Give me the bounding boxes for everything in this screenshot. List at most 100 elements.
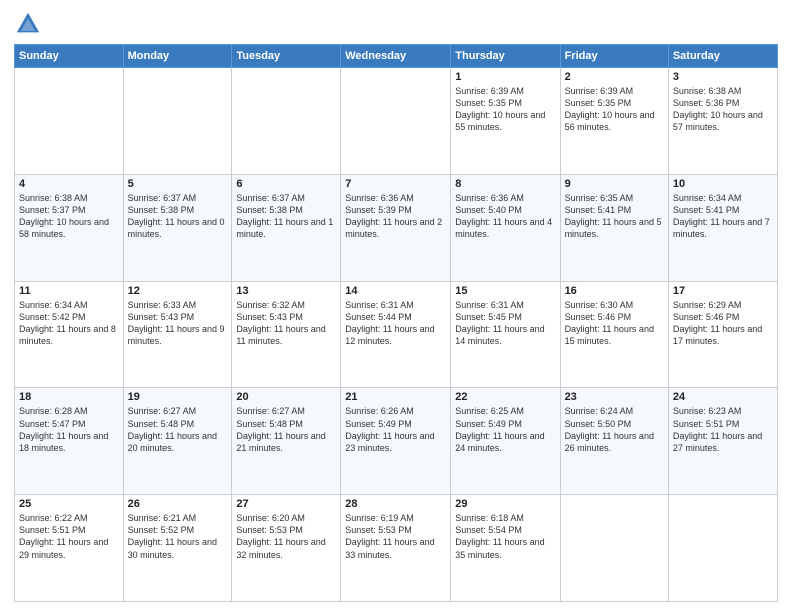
day-info: Sunrise: 6:18 AM Sunset: 5:54 PM Dayligh… [455,512,555,561]
day-info: Sunrise: 6:38 AM Sunset: 5:36 PM Dayligh… [673,85,773,134]
calendar-cell [123,68,232,175]
calendar-cell: 27 Sunrise: 6:20 AM Sunset: 5:53 PM Dayli… [232,495,341,602]
calendar-cell: 14 Sunrise: 6:31 AM Sunset: 5:44 PM Dayli… [341,281,451,388]
day-number: 27 [236,498,336,510]
day-info: Sunrise: 6:21 AM Sunset: 5:52 PM Dayligh… [128,512,228,561]
day-info: Sunrise: 6:24 AM Sunset: 5:50 PM Dayligh… [565,405,664,454]
calendar-cell: 23 Sunrise: 6:24 AM Sunset: 5:50 PM Dayli… [560,388,668,495]
calendar-cell: 16 Sunrise: 6:30 AM Sunset: 5:46 PM Dayli… [560,281,668,388]
day-number: 17 [673,285,773,297]
page: SundayMondayTuesdayWednesdayThursdayFrid… [0,0,792,612]
calendar-cell: 10 Sunrise: 6:34 AM Sunset: 5:41 PM Dayli… [668,174,777,281]
day-info: Sunrise: 6:30 AM Sunset: 5:46 PM Dayligh… [565,299,664,348]
day-number: 25 [19,498,119,510]
day-info: Sunrise: 6:32 AM Sunset: 5:43 PM Dayligh… [236,299,336,348]
calendar-cell: 28 Sunrise: 6:19 AM Sunset: 5:53 PM Dayli… [341,495,451,602]
calendar-cell: 6 Sunrise: 6:37 AM Sunset: 5:38 PM Daylig… [232,174,341,281]
day-info: Sunrise: 6:25 AM Sunset: 5:49 PM Dayligh… [455,405,555,454]
calendar-week-row: 4 Sunrise: 6:38 AM Sunset: 5:37 PM Daylig… [15,174,778,281]
day-info: Sunrise: 6:34 AM Sunset: 5:42 PM Dayligh… [19,299,119,348]
day-number: 10 [673,178,773,190]
day-info: Sunrise: 6:38 AM Sunset: 5:37 PM Dayligh… [19,192,119,241]
calendar-body: 1 Sunrise: 6:39 AM Sunset: 5:35 PM Daylig… [15,68,778,602]
calendar-week-row: 1 Sunrise: 6:39 AM Sunset: 5:35 PM Daylig… [15,68,778,175]
day-number: 7 [345,178,446,190]
day-info: Sunrise: 6:37 AM Sunset: 5:38 PM Dayligh… [236,192,336,241]
day-info: Sunrise: 6:36 AM Sunset: 5:40 PM Dayligh… [455,192,555,241]
calendar-cell: 20 Sunrise: 6:27 AM Sunset: 5:48 PM Dayli… [232,388,341,495]
weekday-header-friday: Friday [560,45,668,68]
day-info: Sunrise: 6:35 AM Sunset: 5:41 PM Dayligh… [565,192,664,241]
calendar-week-row: 18Sunrise: 6:28 AM Sunset: 5:47 PM Dayli… [15,388,778,495]
calendar-cell: 2 Sunrise: 6:39 AM Sunset: 5:35 PM Daylig… [560,68,668,175]
calendar-cell: 7 Sunrise: 6:36 AM Sunset: 5:39 PM Daylig… [341,174,451,281]
day-number: 28 [345,498,446,510]
day-number: 11 [19,285,119,297]
day-number: 1 [455,71,555,83]
day-info: Sunrise: 6:20 AM Sunset: 5:53 PM Dayligh… [236,512,336,561]
day-info: Sunrise: 6:31 AM Sunset: 5:45 PM Dayligh… [455,299,555,348]
day-number: 20 [236,391,336,403]
day-number: 8 [455,178,555,190]
day-info: Sunrise: 6:19 AM Sunset: 5:53 PM Dayligh… [345,512,446,561]
day-number: 9 [565,178,664,190]
day-number: 23 [565,391,664,403]
calendar-cell: 15 Sunrise: 6:31 AM Sunset: 5:45 PM Dayli… [451,281,560,388]
day-number: 19 [128,391,228,403]
calendar-cell [560,495,668,602]
weekday-header-row: SundayMondayTuesdayWednesdayThursdayFrid… [15,45,778,68]
day-info: Sunrise: 6:22 AM Sunset: 5:51 PM Dayligh… [19,512,119,561]
day-number: 6 [236,178,336,190]
day-number: 4 [19,178,119,190]
logo-icon [14,10,42,38]
day-info: Sunrise: 6:39 AM Sunset: 5:35 PM Dayligh… [455,85,555,134]
day-number: 18 [19,391,119,403]
calendar-cell: 1 Sunrise: 6:39 AM Sunset: 5:35 PM Daylig… [451,68,560,175]
weekday-header-thursday: Thursday [451,45,560,68]
calendar-cell: 24Sunrise: 6:23 AM Sunset: 5:51 PM Dayli… [668,388,777,495]
calendar-week-row: 25 Sunrise: 6:22 AM Sunset: 5:51 PM Dayli… [15,495,778,602]
calendar-cell: 11 Sunrise: 6:34 AM Sunset: 5:42 PM Dayli… [15,281,124,388]
calendar-cell: 29 Sunrise: 6:18 AM Sunset: 5:54 PM Dayli… [451,495,560,602]
day-number: 13 [236,285,336,297]
calendar-table: SundayMondayTuesdayWednesdayThursdayFrid… [14,44,778,602]
calendar-cell [15,68,124,175]
calendar-cell: 4 Sunrise: 6:38 AM Sunset: 5:37 PM Daylig… [15,174,124,281]
day-number: 29 [455,498,555,510]
calendar-cell: 22 Sunrise: 6:25 AM Sunset: 5:49 PM Dayli… [451,388,560,495]
day-info: Sunrise: 6:26 AM Sunset: 5:49 PM Dayligh… [345,405,446,454]
day-number: 5 [128,178,228,190]
day-info: Sunrise: 6:36 AM Sunset: 5:39 PM Dayligh… [345,192,446,241]
calendar-cell: 9 Sunrise: 6:35 AM Sunset: 5:41 PM Daylig… [560,174,668,281]
day-info: Sunrise: 6:37 AM Sunset: 5:38 PM Dayligh… [128,192,228,241]
weekday-header-tuesday: Tuesday [232,45,341,68]
day-info: Sunrise: 6:39 AM Sunset: 5:35 PM Dayligh… [565,85,664,134]
calendar-cell: 3 Sunrise: 6:38 AM Sunset: 5:36 PM Daylig… [668,68,777,175]
day-number: 22 [455,391,555,403]
day-info: Sunrise: 6:33 AM Sunset: 5:43 PM Dayligh… [128,299,228,348]
calendar-cell: 19 Sunrise: 6:27 AM Sunset: 5:48 PM Dayli… [123,388,232,495]
day-info: Sunrise: 6:27 AM Sunset: 5:48 PM Dayligh… [128,405,228,454]
day-info: Sunrise: 6:27 AM Sunset: 5:48 PM Dayligh… [236,405,336,454]
day-number: 12 [128,285,228,297]
day-info: Sunrise: 6:31 AM Sunset: 5:44 PM Dayligh… [345,299,446,348]
calendar-cell: 21 Sunrise: 6:26 AM Sunset: 5:49 PM Dayli… [341,388,451,495]
calendar-cell: 8 Sunrise: 6:36 AM Sunset: 5:40 PM Daylig… [451,174,560,281]
day-info: Sunrise: 6:29 AM Sunset: 5:46 PM Dayligh… [673,299,773,348]
calendar-week-row: 11 Sunrise: 6:34 AM Sunset: 5:42 PM Dayli… [15,281,778,388]
calendar-cell [232,68,341,175]
calendar-cell: 12 Sunrise: 6:33 AM Sunset: 5:43 PM Dayli… [123,281,232,388]
day-number: 15 [455,285,555,297]
weekday-header-saturday: Saturday [668,45,777,68]
day-number: 3 [673,71,773,83]
calendar-cell: 5 Sunrise: 6:37 AM Sunset: 5:38 PM Daylig… [123,174,232,281]
weekday-header-wednesday: Wednesday [341,45,451,68]
day-number: 16 [565,285,664,297]
weekday-header-monday: Monday [123,45,232,68]
day-info: Sunrise: 6:34 AM Sunset: 5:41 PM Dayligh… [673,192,773,241]
day-number: 21 [345,391,446,403]
calendar-cell: 13 Sunrise: 6:32 AM Sunset: 5:43 PM Dayli… [232,281,341,388]
calendar-header: SundayMondayTuesdayWednesdayThursdayFrid… [15,45,778,68]
day-number: 2 [565,71,664,83]
day-number: 14 [345,285,446,297]
